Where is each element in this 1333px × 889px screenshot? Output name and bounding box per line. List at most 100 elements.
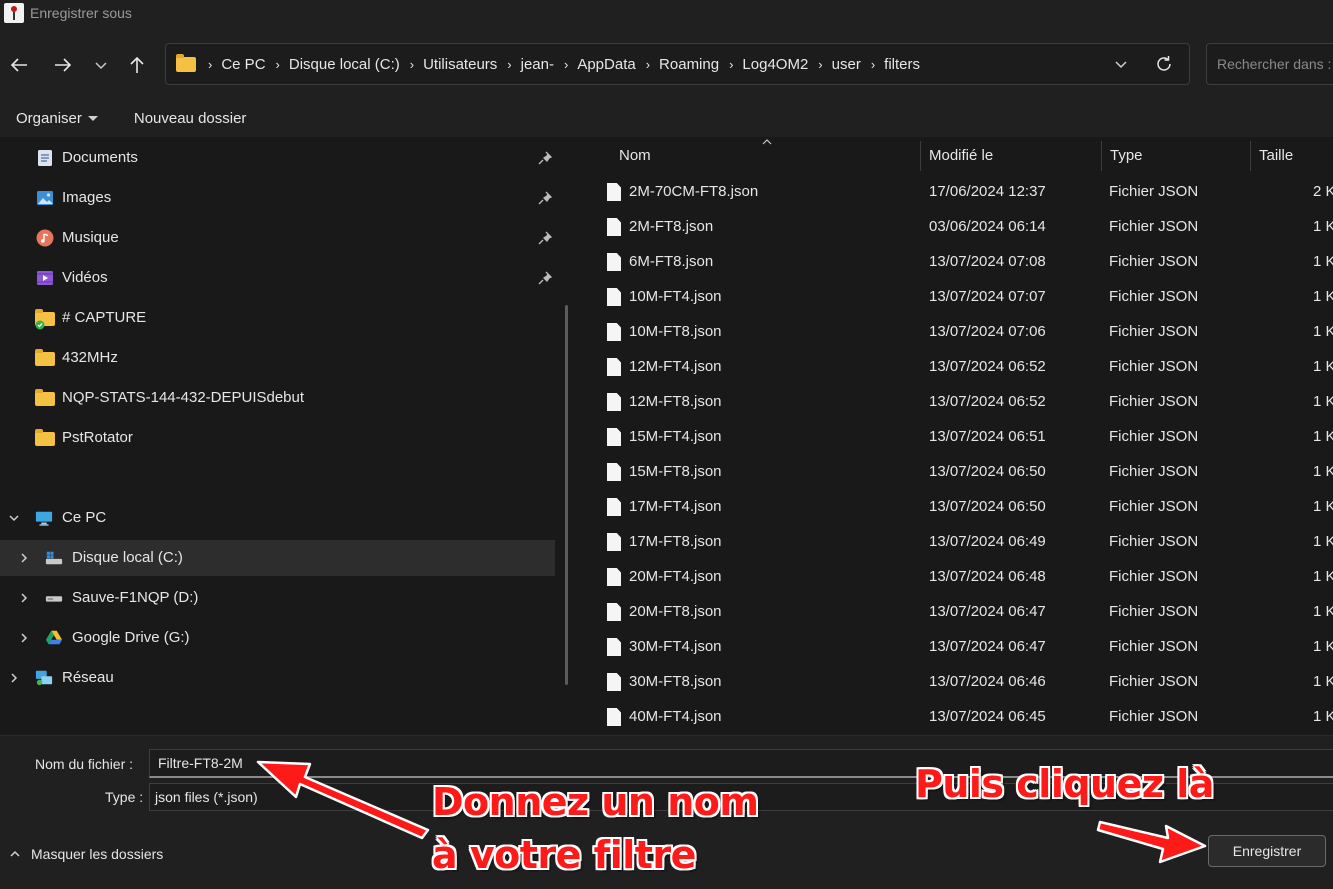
file-size: 1 Ko — [1313, 428, 1333, 445]
sidebar-item-432mhz[interactable]: 432MHz — [0, 340, 555, 376]
breadcrumb-separator-icon[interactable]: › — [564, 57, 568, 72]
file-row[interactable]: 15M-FT8.json 13/07/2024 06:50 Fichier JSON… — [580, 455, 1333, 490]
sidebar-item-google-drive[interactable]: Google Drive (G:) — [0, 620, 555, 656]
breadcrumb-separator-icon[interactable]: › — [276, 57, 280, 72]
sidebar-item-pstrotator[interactable]: PstRotator — [0, 420, 555, 456]
column-header-type[interactable]: Type — [1110, 137, 1143, 173]
save-button[interactable]: Enregistrer — [1208, 835, 1326, 867]
sidebar-item-label: Ce PC — [62, 509, 107, 526]
breadcrumb-item[interactable]: Disque local (C:) — [289, 56, 400, 73]
file-modified: 13/07/2024 06:47 — [929, 638, 1046, 655]
refresh-icon[interactable] — [1153, 53, 1175, 75]
breadcrumb-item[interactable]: jean- — [521, 56, 554, 73]
hide-folders-button[interactable]: Masquer les dossiers — [8, 846, 163, 862]
pin-icon[interactable] — [538, 191, 552, 205]
file-row[interactable]: 17M-FT8.json 13/07/2024 06:49 Fichier JSON… — [580, 525, 1333, 560]
file-row[interactable]: 12M-FT8.json 13/07/2024 06:52 Fichier JSON… — [580, 385, 1333, 420]
file-modified: 03/06/2024 06:14 — [929, 218, 1046, 235]
caret-down-icon — [87, 116, 98, 121]
sidebar-item-documents[interactable]: Documents — [0, 140, 555, 176]
file-row[interactable]: 10M-FT4.json 13/07/2024 07:07 Fichier JSON… — [580, 280, 1333, 315]
file-type: Fichier JSON — [1109, 533, 1199, 550]
pin-icon[interactable] — [538, 151, 552, 165]
pin-icon[interactable] — [538, 231, 552, 245]
file-type: Fichier JSON — [1109, 358, 1199, 375]
breadcrumb-item[interactable]: Roaming — [659, 56, 719, 73]
sidebar-item-drive-d[interactable]: Sauve-F1NQP (D:) — [0, 580, 555, 616]
file-size: 1 Ko — [1313, 253, 1333, 270]
annotation-click-hint: Puis cliquez là — [915, 762, 1214, 806]
back-arrow-icon[interactable] — [7, 53, 31, 77]
breadcrumb-separator-icon[interactable]: › — [410, 57, 414, 72]
file-size: 1 Ko — [1313, 323, 1333, 340]
recent-locations-chevron-icon[interactable] — [89, 53, 113, 77]
sidebar-item-local-disk[interactable]: Disque local (C:) — [0, 540, 555, 576]
column-header-name[interactable]: Nom — [619, 137, 651, 173]
breadcrumb-item[interactable]: Utilisateurs — [423, 56, 497, 73]
column-divider[interactable] — [1250, 141, 1251, 171]
column-header-modified[interactable]: Modifié le — [929, 137, 993, 173]
address-bar[interactable]: › Ce PC › Disque local (C:) › Utilisateurs › je… — [165, 43, 1190, 85]
sort-ascending-icon — [762, 139, 772, 145]
organise-button[interactable]: Organiser — [16, 110, 98, 127]
sidebar-item-capture[interactable]: # CAPTURE — [0, 300, 555, 336]
column-divider[interactable] — [920, 141, 921, 171]
column-header-size[interactable]: Taille — [1259, 137, 1293, 173]
file-row[interactable]: 40M-FT4.json 13/07/2024 06:45 Fichier JSON… — [580, 700, 1333, 735]
sidebar-item-images[interactable]: Images — [0, 180, 555, 216]
file-name: 17M-FT8.json — [629, 533, 722, 550]
breadcrumb-separator-icon[interactable]: › — [818, 57, 822, 72]
breadcrumb-item[interactable]: Ce PC — [221, 56, 265, 73]
file-list: Nom Modifié le Type Taille 2M-70CM-FT8.j… — [580, 137, 1333, 735]
chevron-up-icon — [10, 850, 20, 857]
address-dropdown-chevron-icon[interactable] — [1111, 54, 1131, 74]
sidebar-scrollbar[interactable] — [565, 305, 568, 685]
pin-icon[interactable] — [538, 271, 552, 285]
breadcrumb-item[interactable]: filters — [884, 56, 920, 73]
chevron-right-icon[interactable] — [17, 631, 31, 645]
chevron-right-icon[interactable] — [7, 671, 21, 685]
file-row[interactable]: 2M-FT8.json 03/06/2024 06:14 Fichier JSON 1… — [580, 210, 1333, 245]
search-input[interactable]: Rechercher dans : — [1206, 43, 1333, 85]
column-divider[interactable] — [1101, 141, 1102, 171]
sidebar-item-nqp-stats[interactable]: NQP-STATS-144-432-DEPUISdebut — [0, 380, 555, 416]
breadcrumb-item[interactable]: Log4OM2 — [742, 56, 808, 73]
file-row[interactable]: 20M-FT4.json 13/07/2024 06:48 Fichier JSON… — [580, 560, 1333, 595]
new-folder-button[interactable]: Nouveau dossier — [134, 110, 247, 127]
new-folder-label: Nouveau dossier — [133, 110, 247, 127]
file-row[interactable]: 2M-70CM-FT8.json 17/06/2024 12:37 Fichier … — [580, 175, 1333, 210]
file-row[interactable]: 20M-FT8.json 13/07/2024 06:47 Fichier JSON… — [580, 595, 1333, 630]
breadcrumb-separator-icon[interactable]: › — [646, 57, 650, 72]
file-row[interactable]: 10M-FT8.json 13/07/2024 07:06 Fichier JSON… — [580, 315, 1333, 350]
up-arrow-icon[interactable] — [125, 53, 149, 77]
chevron-right-icon[interactable] — [17, 551, 31, 565]
breadcrumb-item[interactable]: user — [832, 56, 861, 73]
chevron-down-icon[interactable] — [7, 511, 21, 525]
breadcrumb-separator-icon[interactable]: › — [208, 57, 212, 72]
filename-label: Nom du fichier : — [35, 756, 134, 772]
file-row[interactable]: 6M-FT8.json 13/07/2024 07:08 Fichier JSON 1… — [580, 245, 1333, 280]
sidebar-item-music[interactable]: Musique — [0, 220, 555, 256]
annotation-name-hint-line2: à votre filtre — [432, 833, 696, 877]
breadcrumb-separator-icon[interactable]: › — [871, 57, 875, 72]
file-type: Fichier JSON — [1109, 323, 1199, 340]
file-name: 20M-FT8.json — [629, 603, 722, 620]
file-row[interactable]: 12M-FT4.json 13/07/2024 06:52 Fichier JSON… — [580, 350, 1333, 385]
breadcrumb-separator-icon[interactable]: › — [507, 57, 511, 72]
sidebar-item-network[interactable]: Réseau — [0, 660, 555, 696]
chevron-right-icon[interactable] — [17, 591, 31, 605]
sidebar-item-this-pc[interactable]: Ce PC — [0, 500, 555, 536]
file-row[interactable]: 30M-FT8.json 13/07/2024 06:46 Fichier JSON… — [580, 665, 1333, 700]
file-row[interactable]: 15M-FT4.json 13/07/2024 06:51 Fichier JSON… — [580, 420, 1333, 455]
file-size: 1 Ko — [1313, 533, 1333, 550]
file-modified: 13/07/2024 07:08 — [929, 253, 1046, 270]
videos-icon — [37, 271, 53, 285]
file-size: 1 Ko — [1313, 498, 1333, 515]
sidebar-item-videos[interactable]: Vidéos — [0, 260, 555, 296]
breadcrumb-item[interactable]: AppData — [577, 56, 635, 73]
file-row[interactable]: 17M-FT4.json 13/07/2024 06:50 Fichier JSON… — [580, 490, 1333, 525]
forward-arrow-icon[interactable] — [51, 53, 75, 77]
file-name: 6M-FT8.json — [629, 253, 714, 270]
breadcrumb-separator-icon[interactable]: › — [729, 57, 733, 72]
file-row[interactable]: 30M-FT4.json 13/07/2024 06:47 Fichier JSON… — [580, 630, 1333, 665]
